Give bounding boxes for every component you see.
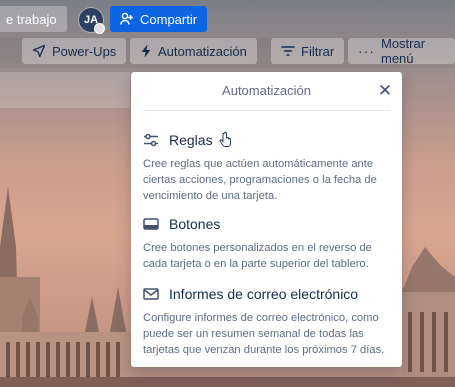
popover-divider [143,110,390,111]
rocket-icon [32,44,46,58]
list-area-strip [0,72,130,108]
sliders-icon [144,133,158,147]
email-reports-menu-item[interactable]: Informes de correo electrónico Configure… [143,284,392,358]
show-menu-label: Mostrar menú [381,36,426,66]
workspace-visibility-button[interactable]: e trabajo [0,6,67,32]
rules-description: Cree reglas que actúen automáticamente a… [143,158,377,202]
rules-menu-item[interactable]: Reglas Cree reglas que actúen automática… [139,126,402,210]
filter-icon [281,46,295,56]
buttons-menu-item[interactable]: Botones Cree botones personalizados en e… [143,214,392,272]
popover-title: Automatización [222,83,311,98]
email-reports-description: Configure informes de correo electrónico… [143,312,385,356]
email-reports-title: Informes de correo electrónico [169,286,359,302]
buttons-title: Botones [169,216,221,232]
filter-label: Filtrar [301,43,335,59]
close-icon[interactable]: ✕ [376,82,394,100]
share-label: Compartir [140,11,198,27]
automation-popover: Automatización ✕ Reglas Cree reglas que … [131,72,402,367]
share-button[interactable]: Compartir [110,6,208,32]
board-header: Power-Ups Automatización Filtrar ··· Mos… [0,36,455,68]
workspace-label: e trabajo [6,11,57,27]
rules-title: Reglas [169,132,213,148]
top-bar: e trabajo JA Compartir [0,0,455,38]
hand-cursor-icon [219,132,231,147]
powerups-label: Power-Ups [52,43,117,59]
add-person-icon [120,12,133,25]
lightning-icon [141,44,151,58]
buttons-description: Cree botones personalizados en el revers… [143,242,372,270]
button-icon [143,218,159,230]
filter-button[interactable]: Filtrar [271,38,345,64]
more-dots-icon: ··· [358,43,375,59]
automation-label: Automatización [158,43,247,59]
automation-button[interactable]: Automatización [130,38,257,64]
mail-icon [143,288,159,300]
admin-badge-icon [94,23,105,34]
show-menu-button[interactable]: ··· Mostrar menú [348,36,455,66]
powerups-button[interactable]: Power-Ups [22,38,127,64]
avatar[interactable]: JA [78,7,105,34]
